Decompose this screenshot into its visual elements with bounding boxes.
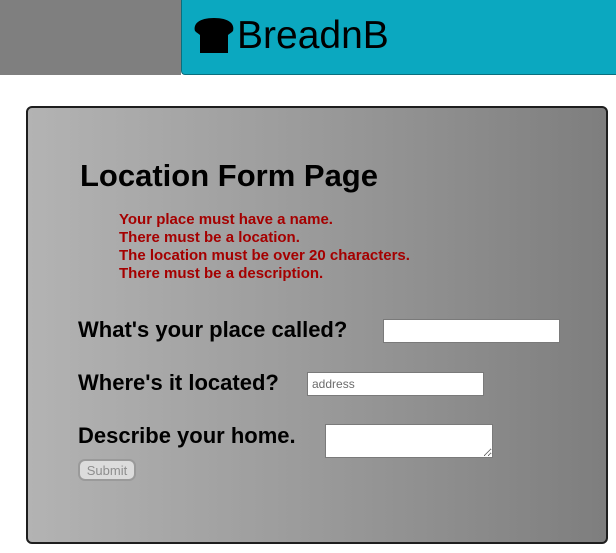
error-message: The location must be over 20 characters. bbox=[119, 247, 410, 264]
location-input[interactable] bbox=[307, 372, 484, 396]
brand-name[interactable]: BreadnB bbox=[237, 13, 389, 59]
place-name-input[interactable] bbox=[383, 319, 560, 343]
error-message: Your place must have a name. bbox=[119, 211, 333, 228]
location-label: Where's it located? bbox=[78, 370, 279, 395]
error-message: There must be a description. bbox=[119, 265, 324, 282]
bread-icon bbox=[194, 18, 234, 53]
place-name-label: What's your place called? bbox=[78, 317, 348, 342]
location-form-card: Location Form Page Your place must have … bbox=[26, 106, 608, 544]
description-textarea[interactable] bbox=[325, 424, 493, 458]
topbar-left-panel bbox=[0, 0, 181, 75]
error-list: Your place must have a name. There must … bbox=[119, 211, 410, 283]
description-label: Describe your home. bbox=[78, 423, 296, 448]
error-message: There must be a location. bbox=[119, 229, 300, 246]
page-title: Location Form Page bbox=[80, 158, 378, 193]
header-brand-bar: BreadnB bbox=[181, 0, 616, 75]
submit-button[interactable]: Submit bbox=[78, 459, 136, 481]
